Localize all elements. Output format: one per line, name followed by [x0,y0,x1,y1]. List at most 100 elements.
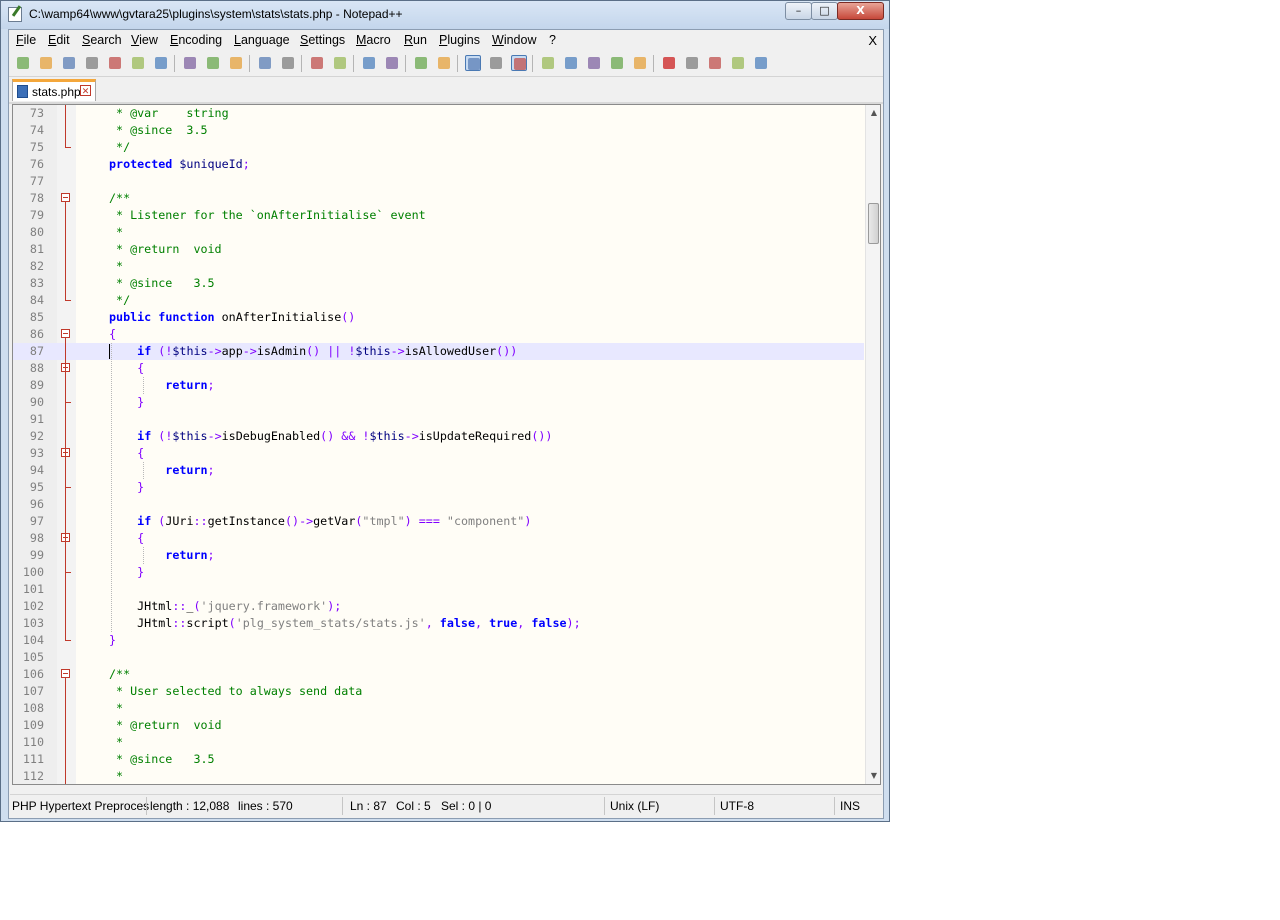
cut-icon[interactable] [182,55,198,71]
minimize-button[interactable]: – [785,2,812,20]
code-line[interactable]: 84 */ [13,292,864,309]
code-line[interactable]: 101 [13,581,864,598]
user-language-icon[interactable] [540,55,556,71]
menu-run[interactable]: Run [404,33,427,47]
menu-file[interactable]: File [16,33,36,47]
print-icon[interactable] [153,55,169,71]
scroll-up-arrow[interactable]: ▲ [866,105,880,121]
run-macro-multiple-icon[interactable] [730,55,746,71]
code-line[interactable]: 106 /** [13,666,864,683]
code-line[interactable]: 82 * [13,258,864,275]
code-line[interactable]: 89 return; [13,377,864,394]
show-all-chars-icon[interactable] [488,55,504,71]
menu-macro[interactable]: Macro [356,33,391,47]
undo-icon[interactable] [257,55,273,71]
code-line[interactable]: 75 */ [13,139,864,156]
new-file-icon[interactable] [15,55,31,71]
fold-toggle-icon[interactable] [61,669,70,678]
fold-toggle-icon[interactable] [61,193,70,202]
redo-icon[interactable] [280,55,296,71]
close-icon[interactable] [107,55,123,71]
code-line[interactable]: 77 [13,173,864,190]
record-macro-icon[interactable] [661,55,677,71]
code-line[interactable]: 91 [13,411,864,428]
function-list-icon[interactable] [563,55,579,71]
maximize-button[interactable]: □ [811,2,838,20]
code-line[interactable]: 76 protected $uniqueId; [13,156,864,173]
code-line[interactable]: 87 if (!$this->app->isAdmin() || !$this-… [13,343,864,360]
scroll-down-arrow[interactable]: ▼ [866,768,880,784]
doc-map-icon[interactable] [586,55,602,71]
replace-icon[interactable] [332,55,348,71]
save-macro-icon[interactable] [753,55,769,71]
folder-workspace-icon[interactable] [609,55,625,71]
code-line[interactable]: 81 * @return void [13,241,864,258]
monitoring-icon[interactable] [632,55,648,71]
code-line[interactable]: 79 * Listener for the `onAfterInitialise… [13,207,864,224]
open-file-icon[interactable] [38,55,54,71]
vertical-scrollbar[interactable]: ▲ ▼ [865,105,880,784]
code-line[interactable]: 83 * @since 3.5 [13,275,864,292]
find-icon[interactable] [309,55,325,71]
code-line[interactable]: 73 * @var string [13,105,864,122]
play-macro-icon[interactable] [707,55,723,71]
code-line[interactable]: 111 * @since 3.5 [13,751,864,768]
code-line[interactable]: 93 { [13,445,864,462]
close-document-button[interactable]: X [868,33,877,48]
fold-toggle-icon[interactable] [61,329,70,338]
code-line[interactable]: 108 * [13,700,864,717]
code-line[interactable]: 104} [13,632,864,649]
code-line[interactable]: 96 [13,496,864,513]
zoom-in-icon[interactable] [361,55,377,71]
code-line[interactable]: 97 if (JUri::getInstance()->getVar("tmpl… [13,513,864,530]
code-line[interactable]: 100 } [13,564,864,581]
code-line[interactable]: 88 { [13,360,864,377]
code-line[interactable]: 112 * [13,768,864,784]
paste-icon[interactable] [228,55,244,71]
stop-record-icon[interactable] [684,55,700,71]
title-bar[interactable]: C:\wamp64\www\gvtara25\plugins\system\st… [1,1,889,29]
status-insert-mode[interactable]: INS [840,799,860,813]
code-line[interactable]: 94 return; [13,462,864,479]
code-line[interactable]: 99 return; [13,547,864,564]
menu-settings[interactable]: Settings [300,33,345,47]
code-line[interactable]: 86 { [13,326,864,343]
sync-vertical-icon[interactable] [413,55,429,71]
menu-view[interactable]: View [131,33,158,47]
code-line[interactable]: 102 JHtml::_('jquery.framework'); [13,598,864,615]
copy-icon[interactable] [205,55,221,71]
menu-search[interactable]: Search [82,33,122,47]
close-window-button[interactable]: X [837,2,884,20]
save-all-icon[interactable] [84,55,100,71]
code-line[interactable]: 90 } [13,394,864,411]
code-line[interactable]: 103 JHtml::script('plg_system_stats/stat… [13,615,864,632]
code-line[interactable]: 98 { [13,530,864,547]
tab-stats-php[interactable]: stats.php ✕ [12,79,96,101]
menu-help[interactable]: ? [549,33,556,47]
menu-encoding[interactable]: Encoding [170,33,222,47]
word-wrap-icon[interactable] [465,55,481,71]
code-line[interactable]: 80 * [13,224,864,241]
menu-edit[interactable]: Edit [48,33,70,47]
code-line[interactable]: 109 * @return void [13,717,864,734]
code-line[interactable]: 85 public function onAfterInitialise() [13,309,864,326]
sync-horizontal-icon[interactable] [436,55,452,71]
code-editor[interactable]: 73 * @var string 74 * @since 3.5 75 */76 pr… [12,104,881,785]
indent-guide-icon[interactable] [511,55,527,71]
code-line[interactable]: 92 if (!$this->isDebugEnabled() && !$thi… [13,428,864,445]
code-line[interactable]: 95 } [13,479,864,496]
menu-language[interactable]: Language [234,33,290,47]
code-line[interactable]: 110 * [13,734,864,751]
scroll-thumb[interactable] [868,203,879,244]
code-line[interactable]: 107 * User selected to always send data [13,683,864,700]
save-icon[interactable] [61,55,77,71]
close-all-icon[interactable] [130,55,146,71]
tab-close-icon[interactable]: ✕ [80,85,91,96]
code-line[interactable]: 74 * @since 3.5 [13,122,864,139]
menu-window[interactable]: Window [492,33,536,47]
code-line[interactable]: 78 /** [13,190,864,207]
zoom-out-icon[interactable] [384,55,400,71]
menu-plugins[interactable]: Plugins [439,33,480,47]
code-line[interactable]: 105 [13,649,864,666]
notepadpp-app-icon[interactable] [8,7,22,22]
